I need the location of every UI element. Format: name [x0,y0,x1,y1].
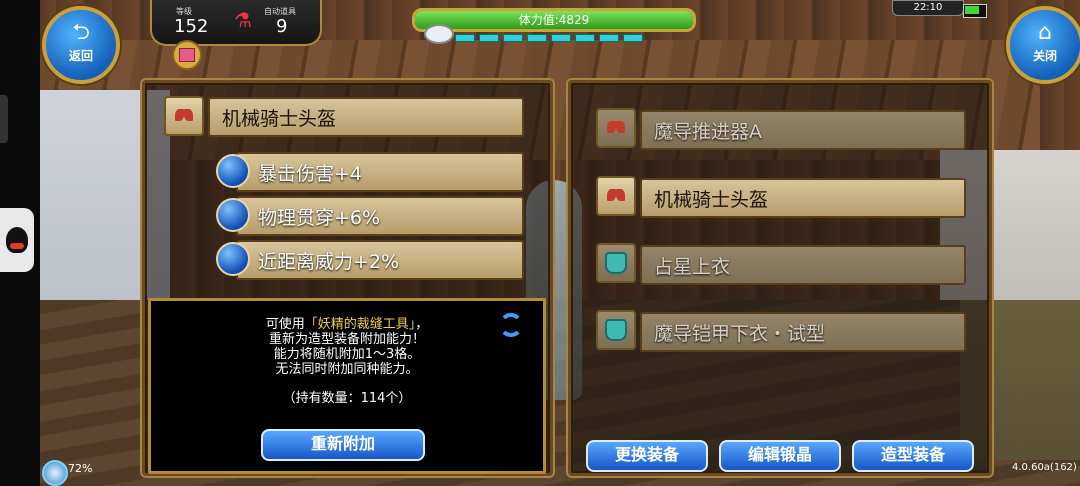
equipment-item[interactable]: 魔导铠甲下衣・试型 [640,312,966,352]
battery-icon [963,4,987,18]
equipment-icon[interactable] [596,176,636,216]
exp-segment [599,34,619,42]
equipment-name: 魔导铠甲下衣・试型 [654,322,826,345]
exp-segment [575,34,595,42]
qq-floating-button[interactable] [0,208,34,272]
back-button[interactable]: ⮌ 返回 [42,6,120,84]
ability-row: 近距离威力+2% [236,240,524,280]
equipment-name: 占星上衣 [654,255,731,278]
clock-text: 22:10 [913,2,943,13]
info-line-3: 能力将随机附加1～3格。 [273,347,421,362]
exp-segment [479,34,499,42]
armor-icon [605,319,627,341]
info-line-1: 可使用「妖精的裁缝工具」， [151,317,543,332]
gift-button[interactable] [172,40,202,70]
armor-icon [605,252,627,274]
info-line-4: 无法同时附加同种能力。 [275,362,419,377]
ability-text: 物理贯穿+6% [258,206,381,229]
auto-items-value: 9 [276,16,288,37]
battery-fill [965,6,980,14]
selected-item-name: 机械骑士头盔 [222,107,337,130]
exp-segment [527,34,547,42]
close-button-label: 关闭 [1032,49,1057,63]
exp-bar [455,34,643,42]
ability-text: 暴击伤害+4 [258,162,363,185]
tool-item-name: 「妖精的裁缝工具」 [304,317,416,332]
equipment-item[interactable]: 占星上衣 [640,245,966,285]
player-stats-panel: 等级 152 ⚗ 自动道具 9 [150,0,322,46]
equipment-icon[interactable] [596,243,636,283]
version-text: 4.0.60a(162) [1012,462,1077,473]
home-icon: ⌂ [1038,20,1052,45]
stamina-text: 体力值:4829 [518,13,590,27]
exp-orb-icon [424,24,454,44]
selected-item-title: 机械骑士头盔 [208,97,524,137]
gift-icon [179,48,195,62]
equipment-name: 魔导推进器A [654,120,762,143]
clock-display: 22:10 [892,0,964,16]
info-line-2: 重新为造型装备附加能力！ [268,332,425,347]
exp-segment [503,34,523,42]
bow-icon [607,189,625,203]
loading-orb-icon [42,460,68,486]
back-arrow-icon: ⮌ [72,20,90,45]
edit-crystal-button[interactable]: 编辑锻晶 [719,440,841,472]
info-line-1-suffix: ， [415,317,429,332]
selected-item-icon [164,96,204,136]
reapply-button[interactable]: 重新附加 [261,429,425,461]
back-button-label: 返回 [68,49,93,63]
load-percent: 72% [68,462,93,475]
bow-icon [175,109,193,123]
penguin-icon [6,227,28,253]
exp-segment [455,34,475,42]
ability-orb-icon [216,154,250,188]
equipment-item[interactable]: 魔导推进器A [640,110,966,150]
exp-segment [551,34,571,42]
bow-icon [607,121,625,135]
exp-segment [623,34,643,42]
flask-icon: ⚗ [234,8,252,32]
owned-count: （持有数量：114个） [282,391,412,406]
ability-orb-icon [216,198,250,232]
stamina-bar: 体力值:4829 [412,8,696,32]
equipment-item-selected[interactable]: 机械骑士头盔 [640,178,966,218]
ability-row: 暴击伤害+4 [236,152,524,192]
style-equipment-button[interactable]: 造型装备 [852,440,974,472]
ability-row: 物理贯穿+6% [236,196,524,236]
reapply-info-box: 可使用「妖精的裁缝工具」， 重新为造型装备附加能力！ 能力将随机附加1～3格。 … [148,298,546,474]
info-line-1-prefix: 可使用 [265,317,305,332]
level-value: 152 [174,16,209,37]
refresh-icon[interactable] [499,313,523,337]
equipment-icon[interactable] [596,310,636,350]
equipment-icon[interactable] [596,108,636,148]
ability-orb-icon [216,242,250,276]
equipment-name: 机械骑士头盔 [654,188,769,211]
close-button[interactable]: ⌂ 关闭 [1006,6,1080,84]
change-equipment-button[interactable]: 更换装备 [586,440,708,472]
side-handle[interactable] [0,95,8,143]
ability-text: 近距离威力+2% [258,250,400,273]
